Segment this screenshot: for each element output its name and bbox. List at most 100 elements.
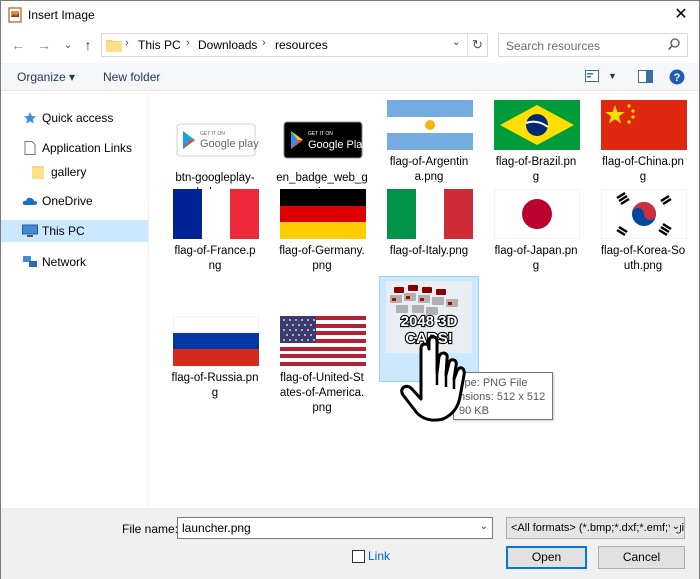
sidebar-item-application-links[interactable]: Application Links [1,137,148,159]
badge-big-text: Google Play [308,139,366,151]
file-name-label: File name: [122,522,179,536]
back-button[interactable]: ← [9,35,27,55]
badge-big-text: Google play [200,138,259,150]
star-icon [24,112,36,124]
address-dropdown-icon[interactable]: ⌄ [452,37,460,48]
brazil-flag-image [494,100,580,150]
open-button[interactable]: Open [506,546,587,569]
computer-icon [22,224,38,237]
tooltip-size: 90 KB [459,405,489,417]
link-checkbox[interactable] [352,550,365,563]
file-item-flag-usa[interactable]: flag-of-United-St ates-of-America. png [272,316,372,420]
breadcrumb-separator: › [125,37,129,49]
file-type-value: <All formats> (*.bmp;*.dxf;*.emf;*.gif;*… [511,522,685,534]
file-item-flag-germany[interactable]: flag-of-Germany. png [272,189,372,277]
search-box[interactable]: Search resources [498,33,688,57]
refresh-icon: ↻ [472,37,483,52]
breadcrumb-downloads[interactable]: Downloads [198,38,257,52]
china-flag-image [601,100,687,150]
search-icon [667,38,680,51]
sidebar-item-label: This PC [42,224,85,238]
view-dropdown-icon[interactable]: ▼ [608,71,617,81]
file-name-label: flag-of-United-St ates-of-America. png [279,372,365,414]
file-item-btn-googleplay-dark[interactable]: GET IT ON Google play btn-googleplay-dar… [165,116,265,199]
file-name-input[interactable]: launcher.png ⌄ [177,517,493,539]
file-item-flag-china[interactable]: flag-of-China.pn g [593,100,693,188]
sidebar-item-label: OneDrive [42,194,93,208]
close-button[interactable]: ✕ [663,1,699,31]
chevron-down-icon[interactable]: ⌄ [669,521,680,532]
up-arrow-icon: ↑ [84,37,92,53]
breadcrumb-separator: › [186,37,190,49]
file-item-flag-france[interactable]: flag-of-France.p ng [165,189,265,277]
sidebar-item-label: gallery [51,165,87,179]
sidebar-item-label: Quick access [42,111,114,125]
folder-icon [106,40,122,52]
up-button[interactable]: ↑ [79,35,97,55]
germany-flag-image [280,189,366,239]
help-icon[interactable]: ? [669,69,685,85]
file-name-label: flag-of-Brazil.pn g [495,156,577,183]
link-checkbox-label[interactable]: Link [368,549,390,563]
file-name-label: flag-of-Japan.pn g [494,245,578,272]
file-item-flag-korea-south[interactable]: flag-of-Korea-So uth.png [593,189,693,277]
badge-small-text: GET IT ON [200,131,225,137]
refresh-button[interactable]: ↻ [467,34,487,56]
file-item-flag-japan[interactable]: flag-of-Japan.pn g [486,189,586,277]
chevron-down-icon: ⌄ [63,39,73,51]
file-type-select[interactable]: <All formats> (*.bmp;*.dxf;*.emf;*.gif;*… [506,517,685,539]
address-bar[interactable]: › This PC › Downloads › resources ⌄ ↻ [101,33,488,57]
file-item-en-badge-web-generic[interactable]: GET IT ON Google Play en_badge_web_gener… [272,116,372,199]
breadcrumb-this-pc[interactable]: This PC [138,38,181,52]
back-arrow-icon: ← [11,37,25,53]
sidebar-item-gallery[interactable]: gallery [1,161,148,183]
document-icon [24,141,36,155]
south-korea-flag-image [601,189,687,239]
breadcrumb-resources[interactable]: resources [275,38,328,52]
file-item-flag-russia[interactable]: flag-of-Russia.pn g [165,316,265,404]
breadcrumb-separator: › [262,37,266,49]
insert-image-dialog: Insert Image ✕ ← → ⌄ ↑ › This PC › Downl… [0,0,700,579]
view-options-icon[interactable] [585,70,599,82]
file-name-label: flag-of-France.p ng [174,245,256,272]
sidebar-item-this-pc[interactable]: This PC [1,220,148,242]
sidebar-item-network[interactable]: Network [1,251,148,273]
sidebar-item-label: Application Links [42,141,133,155]
google-play-dark-badge-image: GET IT ON Google Play [283,121,366,159]
sidebar-item-onedrive[interactable]: OneDrive [1,190,148,212]
file-name-label: flag-of-Germany. png [279,245,365,272]
chevron-down-icon[interactable]: ⌄ [480,521,488,532]
usa-flag-image [280,316,366,366]
forward-arrow-icon: → [37,37,51,53]
file-item-flag-brazil[interactable]: flag-of-Brazil.pn g [486,100,586,188]
hand-pointer-cursor-icon [400,335,466,422]
tooltip-dimensions: nsions: 512 x 512 [459,391,546,403]
command-toolbar: Organize ▾ New folder ▼ ? [1,63,699,91]
sidebar-item-quick-access[interactable]: Quick access [1,107,148,129]
file-name-label: flag-of-Italy.png [389,245,469,257]
file-item-flag-italy[interactable]: flag-of-Italy.png [379,189,479,277]
tooltip-type: ype: PNG File [459,377,528,389]
navigation-pane: Quick access Application Links gallery O… [1,92,149,507]
file-name-label: flag-of-Argentin a.png [389,156,469,183]
insert-image-app-icon [8,7,22,23]
window-title: Insert Image [28,8,95,22]
file-name-label: flag-of-Korea-So uth.png [600,245,686,272]
recent-locations-button[interactable]: ⌄ [59,35,77,55]
close-icon: ✕ [674,6,688,23]
file-list: GET IT ON Google play btn-googleplay-dar… [151,92,699,507]
title-bar: Insert Image ✕ [1,1,699,31]
preview-pane-icon[interactable] [638,70,653,83]
new-folder-button[interactable]: New folder [103,70,160,84]
forward-button[interactable]: → [35,35,53,55]
sidebar-item-label: Network [42,255,87,269]
japan-flag-image [494,189,580,239]
google-play-badge-image: GET IT ON Google play [176,123,259,157]
france-flag-image [173,189,259,239]
file-item-flag-argentina[interactable]: flag-of-Argentin a.png [379,100,479,188]
launcher-title-line1: 2048 3D [401,313,458,330]
search-placeholder: Search resources [506,39,601,53]
organize-button[interactable]: Organize ▾ [17,70,75,84]
navigation-row: ← → ⌄ ↑ › This PC › Downloads › resource… [1,33,699,59]
cancel-button[interactable]: Cancel [598,546,685,569]
